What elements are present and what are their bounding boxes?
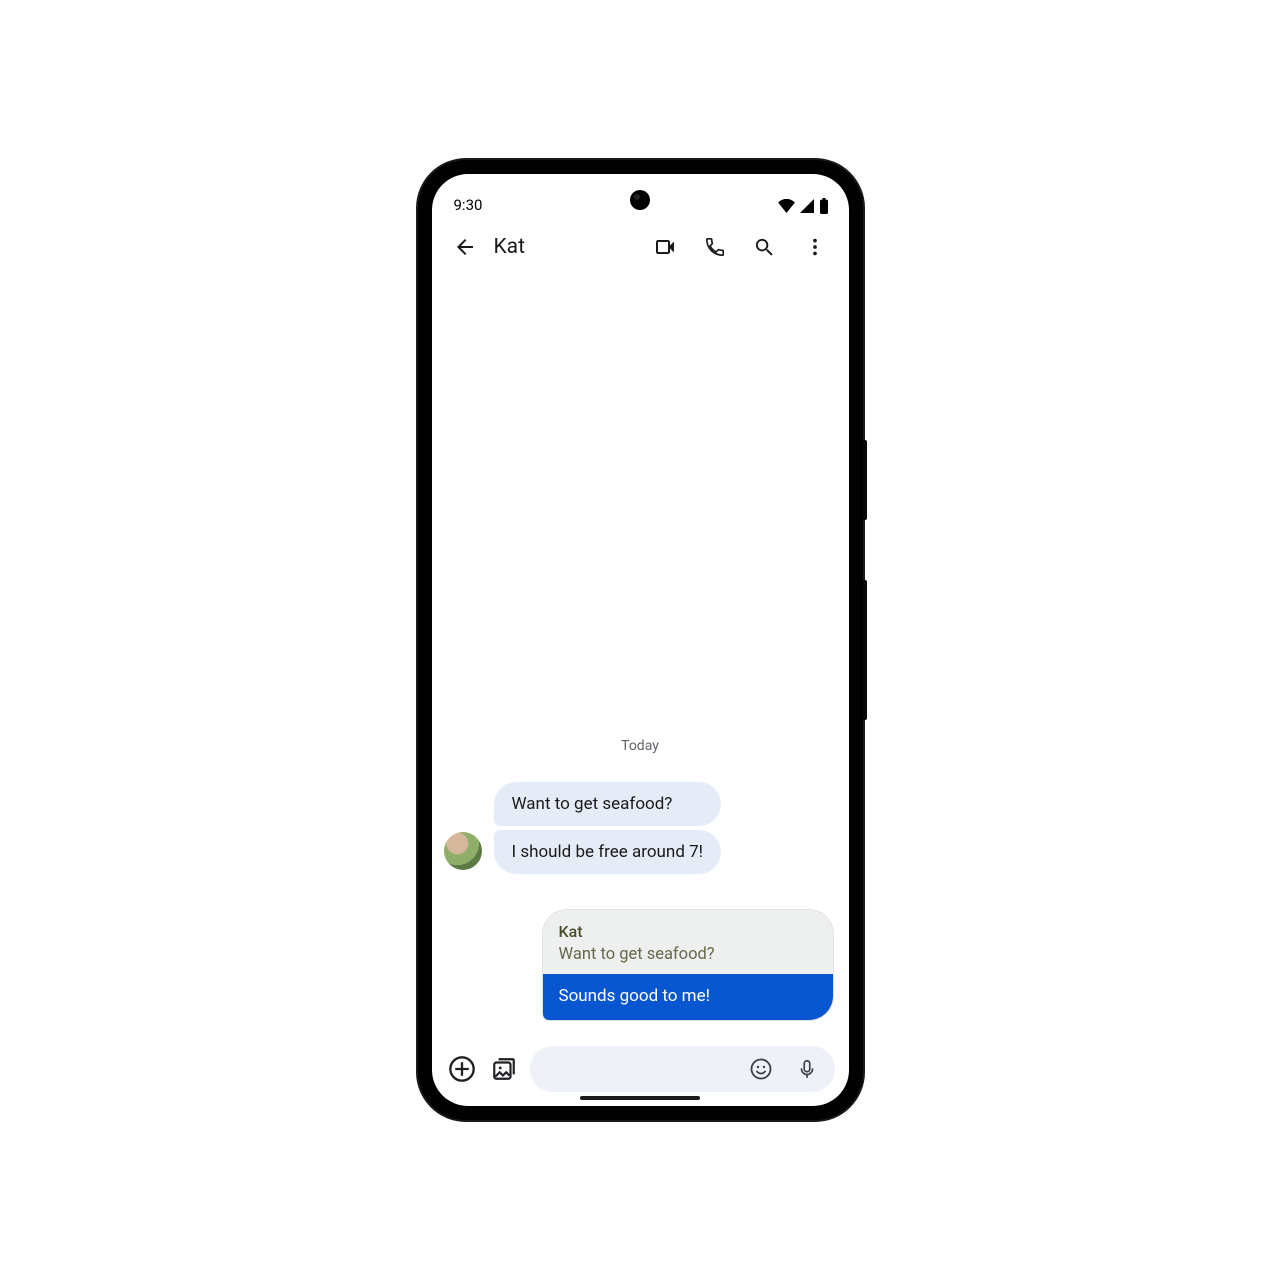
date-separator: Today xyxy=(444,738,837,754)
quoted-message: Kat Want to get seafood? xyxy=(543,910,833,974)
cellular-icon xyxy=(799,199,815,213)
more-vert-icon xyxy=(804,236,826,258)
emoji-icon xyxy=(749,1057,773,1081)
emoji-button[interactable] xyxy=(745,1053,777,1085)
compose-row xyxy=(444,1046,837,1092)
wifi-icon xyxy=(778,199,795,213)
more-options-button[interactable] xyxy=(795,227,835,267)
app-bar: Kat xyxy=(432,216,849,278)
gallery-icon xyxy=(491,1056,517,1082)
incoming-message[interactable]: Want to get seafood? xyxy=(494,782,722,826)
phone-frame: 9:30 Kat xyxy=(418,160,863,1120)
outgoing-reply-message[interactable]: Kat Want to get seafood? Sounds good to … xyxy=(543,910,833,1020)
incoming-message-group: Want to get seafood? I should be free ar… xyxy=(444,782,837,874)
nav-handle[interactable] xyxy=(580,1096,700,1100)
gallery-button[interactable] xyxy=(488,1053,520,1085)
message-input[interactable] xyxy=(530,1046,835,1092)
sender-avatar[interactable] xyxy=(444,832,482,870)
conversation-title[interactable]: Kat xyxy=(494,235,645,259)
search-button[interactable] xyxy=(745,227,785,267)
attach-button[interactable] xyxy=(446,1053,478,1085)
arrow-back-icon xyxy=(453,235,477,259)
incoming-bubbles: Want to get seafood? I should be free ar… xyxy=(494,782,722,874)
incoming-message[interactable]: I should be free around 7! xyxy=(494,830,722,874)
screen: 9:30 Kat xyxy=(432,174,849,1106)
search-icon xyxy=(753,236,776,259)
chat-body[interactable]: Today Want to get seafood? I should be f… xyxy=(432,278,849,1106)
app-actions xyxy=(645,227,835,267)
video-icon xyxy=(653,235,677,259)
microphone-icon xyxy=(796,1058,818,1080)
video-call-button[interactable] xyxy=(645,227,685,267)
volume-button xyxy=(863,580,867,720)
plus-circle-icon xyxy=(448,1055,476,1083)
status-time: 9:30 xyxy=(454,196,483,214)
voice-call-button[interactable] xyxy=(695,227,735,267)
camera-hole xyxy=(630,190,650,210)
reply-body: Sounds good to me! xyxy=(543,974,833,1020)
status-indicators xyxy=(778,198,829,214)
back-button[interactable] xyxy=(446,228,484,266)
voice-message-button[interactable] xyxy=(791,1053,823,1085)
battery-icon xyxy=(819,198,829,214)
power-button xyxy=(863,440,867,520)
phone-icon xyxy=(704,236,726,258)
quoted-sender: Kat xyxy=(559,922,817,941)
quoted-text: Want to get seafood? xyxy=(559,945,817,964)
